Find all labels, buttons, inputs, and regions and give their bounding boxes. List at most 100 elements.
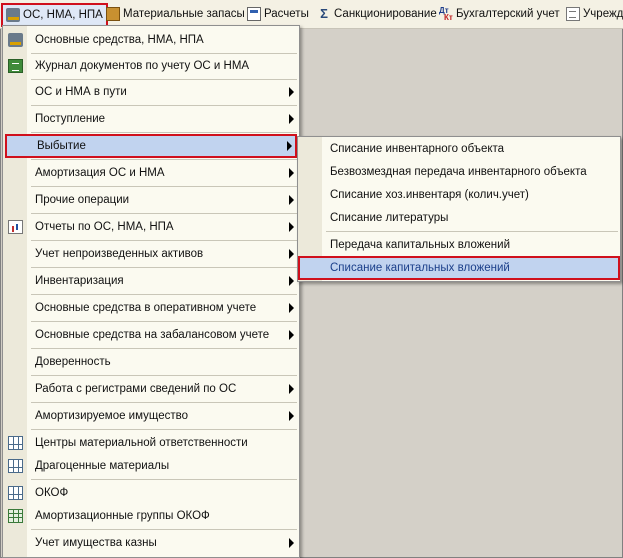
document-icon: [566, 7, 580, 21]
menu-item-label: Отчеты по ОС, НМА, НПА: [35, 221, 174, 233]
submenu-item-writeoff-inventory-object[interactable]: Списание инвентарного объекта: [298, 137, 620, 161]
menu-item-label: Амортизация ОС и НМА: [35, 167, 165, 179]
menu-item-documents-journal[interactable]: Журнал документов по учету ОС и НМА: [3, 54, 299, 78]
submenu-arrow-icon: [289, 330, 294, 340]
menu-separator: [31, 267, 297, 268]
menubar-item-accounting[interactable]: Дт Кт Бухгалтерский учет: [436, 4, 563, 24]
debit-credit-icon: Дт Кт: [439, 6, 453, 22]
workspace-area: [300, 29, 622, 557]
menu-item-label: Списание капитальных вложений: [330, 262, 510, 274]
submenu-item-transfer-capital-investments[interactable]: Передача капитальных вложений: [298, 233, 620, 257]
disposal-submenu: Списание инвентарного объекта Безвозмезд…: [297, 136, 621, 282]
truck-icon: [6, 8, 20, 22]
menu-separator: [31, 375, 297, 376]
sigma-icon: Σ: [320, 6, 328, 21]
truck-icon: [8, 33, 23, 47]
submenu-arrow-icon: [289, 538, 294, 548]
menu-item-registers[interactable]: Работа с регистрами сведений по ОС: [3, 377, 299, 401]
menu-separator: [31, 348, 297, 349]
menubar-item-sanctioning[interactable]: Σ Санкционирование: [314, 4, 440, 24]
submenu-item-writeoff-household[interactable]: Списание хоз.инвентаря (колич.учет): [298, 183, 620, 207]
menubar-item-materials[interactable]: Материальные запасы: [103, 4, 248, 24]
table-icon: [8, 486, 23, 500]
menu-item-receipt[interactable]: Поступление: [3, 107, 299, 131]
submenu-item-free-transfer[interactable]: Безвозмездная передача инвентарного объе…: [298, 160, 620, 184]
menu-item-label: Амортизируемое имущество: [35, 410, 189, 422]
submenu-arrow-icon: [289, 168, 294, 178]
menu-item-label: Поступление: [35, 113, 106, 125]
submenu-item-writeoff-literature[interactable]: Списание литературы: [298, 206, 620, 230]
menu-separator: [31, 321, 297, 322]
menu-item-power-of-attorney[interactable]: Доверенность: [3, 350, 299, 374]
submenu-arrow-icon: [287, 141, 292, 151]
menu-item-label: Основные средства, НМА, НПА: [35, 34, 204, 46]
menu-item-okof-groups[interactable]: Амортизационные группы ОКОФ: [3, 504, 299, 528]
menubar-label: Расчеты: [264, 8, 309, 20]
menu-item-label: Основные средства в оперативном учете: [35, 302, 257, 314]
submenu-arrow-icon: [289, 195, 294, 205]
menu-item-label: ОКОФ: [35, 487, 69, 499]
menu-separator: [31, 186, 297, 187]
menu-item-off-balance[interactable]: Основные средства на забалансовом учете: [3, 323, 299, 347]
menu-item-label: Работа с регистрами сведений по ОС: [35, 383, 237, 395]
menu-item-depreciation[interactable]: Амортизация ОС и НМА: [3, 161, 299, 185]
menu-item-label: ОС и НМА в пути: [35, 86, 127, 98]
menu-item-inventory[interactable]: Инвентаризация: [3, 269, 299, 293]
menu-item-operational-accounting[interactable]: Основные средства в оперативном учете: [3, 296, 299, 320]
menu-separator: [31, 159, 297, 160]
menu-item-label: Учет непроизведенных активов: [35, 248, 204, 260]
submenu-arrow-icon: [289, 249, 294, 259]
menu-item-label: Списание хоз.инвентаря (колич.учет): [330, 189, 529, 201]
menu-separator: [31, 529, 297, 530]
menu-separator: [31, 402, 297, 403]
menu-item-label: Списание литературы: [330, 212, 449, 224]
menu-item-okof[interactable]: ОКОФ: [3, 481, 299, 505]
menu-item-fixed-assets[interactable]: Основные средства, НМА, НПА: [3, 28, 299, 52]
submenu-arrow-icon: [289, 411, 294, 421]
menubar-label: Учрежд: [583, 8, 623, 20]
menu-separator: [31, 240, 297, 241]
menu-item-label: Драгоценные материалы: [35, 460, 170, 472]
menu-item-responsibility-centers[interactable]: Центры материальной ответственности: [3, 431, 299, 455]
menu-separator: [31, 429, 297, 430]
menu-item-reports[interactable]: Отчеты по ОС, НМА, НПА: [3, 215, 299, 239]
menubar-label: Материальные запасы: [123, 8, 245, 20]
menu-separator: [31, 479, 297, 480]
submenu-arrow-icon: [289, 276, 294, 286]
menubar-item-calculations[interactable]: Расчеты: [244, 4, 312, 24]
table-icon: [8, 459, 23, 473]
report-icon: [8, 220, 23, 234]
menu-item-disposal[interactable]: Выбытие: [5, 134, 297, 158]
os-nma-npa-dropdown: Основные средства, НМА, НПА Журнал докум…: [2, 25, 300, 558]
menubar-label: Бухгалтерский учет: [456, 8, 560, 20]
menu-item-label: Выбытие: [37, 140, 86, 152]
menu-item-nonproduced-assets[interactable]: Учет непроизведенных активов: [3, 242, 299, 266]
submenu-item-writeoff-capital-investments[interactable]: Списание капитальных вложений: [298, 256, 620, 280]
calculation-icon: [247, 7, 261, 21]
menubar-item-os-nma-npa[interactable]: ОС, НМА, НПА: [1, 3, 108, 27]
menubar-label: ОС, НМА, НПА: [23, 9, 103, 21]
menu-item-depreciable-property[interactable]: Амортизируемое имущество: [3, 404, 299, 428]
journal-icon: [8, 59, 23, 73]
menu-item-label: Прочие операции: [35, 194, 130, 206]
boxes-icon: [106, 7, 120, 21]
menu-item-precious-materials[interactable]: Драгоценные материалы: [3, 454, 299, 478]
menu-separator: [31, 105, 297, 106]
submenu-arrow-icon: [289, 303, 294, 313]
menu-separator: [31, 294, 297, 295]
menu-item-label: Центры материальной ответственности: [35, 437, 248, 449]
menu-item-label: Амортизационные группы ОКОФ: [35, 510, 210, 522]
menu-item-label: Основные средства на забалансовом учете: [35, 329, 270, 341]
menu-item-label: Доверенность: [35, 356, 111, 368]
submenu-arrow-icon: [289, 87, 294, 97]
menu-item-label: Передача капитальных вложений: [330, 239, 511, 251]
menu-separator: [31, 132, 297, 133]
menu-item-other-operations[interactable]: Прочие операции: [3, 188, 299, 212]
menu-item-in-transit[interactable]: ОС и НМА в пути: [3, 80, 299, 104]
table-icon: [8, 436, 23, 450]
menubar-label: Санкционирование: [334, 8, 437, 20]
menu-item-treasury-property[interactable]: Учет имущества казны: [3, 531, 299, 555]
menu-item-label: Журнал документов по учету ОС и НМА: [35, 60, 250, 72]
menu-separator: [326, 231, 618, 232]
menubar-item-institution[interactable]: Учрежд: [563, 4, 623, 24]
